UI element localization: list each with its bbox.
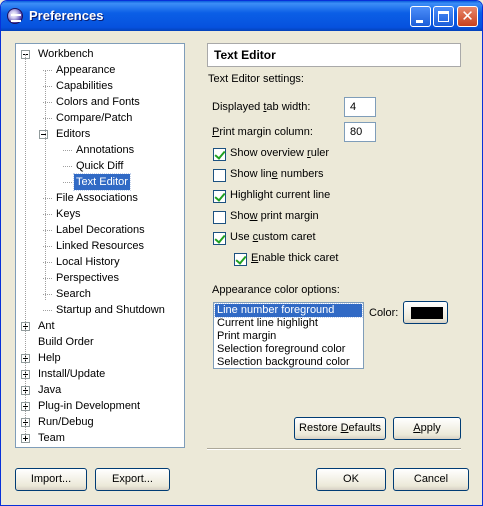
tree-item-build-order[interactable]: Build Order bbox=[36, 334, 96, 350]
checkbox-2[interactable] bbox=[213, 190, 226, 203]
tree-item-annotations[interactable]: Annotations bbox=[74, 142, 136, 158]
tree-item-local-history[interactable]: Local History bbox=[54, 254, 122, 270]
tree-item-appearance[interactable]: Appearance bbox=[54, 62, 117, 78]
tree-item-team[interactable]: Team bbox=[36, 430, 67, 446]
close-icon: ✕ bbox=[461, 8, 474, 25]
tree-item-run-debug[interactable]: Run/Debug bbox=[36, 414, 96, 430]
collapse-icon[interactable] bbox=[39, 130, 48, 139]
checkbox-label[interactable]: Show overview ruler bbox=[230, 147, 329, 159]
tab-width-label: Displayed tab width: bbox=[212, 101, 311, 113]
print-margin-label: Print margin column: bbox=[212, 126, 313, 138]
tree-item-colors-and-fonts[interactable]: Colors and Fonts bbox=[54, 94, 142, 110]
export-button[interactable]: Export... bbox=[95, 468, 170, 491]
list-item[interactable]: Print margin bbox=[215, 330, 362, 343]
tree-item-java[interactable]: Java bbox=[36, 382, 63, 398]
checkbox-3[interactable] bbox=[213, 211, 226, 224]
checkbox-1[interactable] bbox=[213, 169, 226, 182]
tree-connector bbox=[63, 166, 72, 167]
checkbox-label[interactable]: Use custom caret bbox=[230, 231, 316, 243]
tree-connector bbox=[43, 310, 52, 311]
tree-item-quick-diff[interactable]: Quick Diff bbox=[74, 158, 125, 174]
import-button[interactable]: Import... bbox=[15, 468, 87, 491]
tree-item-linked-resources[interactable]: Linked Resources bbox=[54, 238, 146, 254]
eclipse-logo-icon bbox=[7, 8, 23, 24]
list-item[interactable]: Line number foreground bbox=[214, 303, 363, 318]
checkbox-label[interactable]: Show line numbers bbox=[230, 168, 324, 180]
color-swatch bbox=[411, 307, 443, 319]
checkbox-label[interactable]: Enable thick caret bbox=[251, 252, 338, 264]
checkbox-0[interactable] bbox=[213, 148, 226, 161]
tab-width-input[interactable]: 4 bbox=[344, 97, 376, 117]
tree-item-keys[interactable]: Keys bbox=[54, 206, 82, 222]
checkbox-4[interactable] bbox=[213, 232, 226, 245]
tree-item-compare-patch[interactable]: Compare/Patch bbox=[54, 110, 134, 126]
tree-item-help[interactable]: Help bbox=[36, 350, 63, 366]
page-title: Text Editor bbox=[207, 43, 461, 67]
maximize-icon bbox=[438, 11, 449, 22]
color-options-list[interactable]: Line number foreground Current line highl… bbox=[213, 302, 364, 369]
preferences-tree[interactable]: Workbench Appearance Capabilities Colors an… bbox=[15, 43, 185, 448]
tree-item-file-associations[interactable]: File Associations bbox=[54, 190, 140, 206]
list-item[interactable]: Current line highlight bbox=[215, 317, 362, 330]
color-picker-button[interactable] bbox=[403, 301, 448, 324]
tree-connector bbox=[25, 54, 26, 436]
preferences-dialog: Preferences ✕ Workbench Appearance Capabil… bbox=[0, 0, 483, 506]
apply-button[interactable]: Apply bbox=[393, 417, 461, 440]
restore-defaults-button[interactable]: Restore Defaults bbox=[294, 417, 386, 440]
tree-connector bbox=[63, 182, 72, 183]
tree-item-label-decorations[interactable]: Label Decorations bbox=[54, 222, 147, 238]
appearance-color-options-label: Appearance color options: bbox=[212, 284, 340, 296]
tree-connector bbox=[63, 150, 72, 151]
list-item[interactable]: Selection foreground color bbox=[215, 343, 362, 356]
tree-item-plug-in-development[interactable]: Plug-in Development bbox=[36, 398, 142, 414]
tree-item-editors[interactable]: Editors bbox=[54, 126, 92, 142]
ok-button[interactable]: OK bbox=[316, 468, 386, 491]
tree-item-text-editor[interactable]: Text Editor bbox=[73, 173, 131, 191]
checkbox-5[interactable] bbox=[234, 253, 247, 266]
minimize-button[interactable] bbox=[410, 6, 431, 27]
minimize-icon bbox=[416, 20, 423, 23]
print-margin-input[interactable]: 80 bbox=[344, 122, 376, 142]
tree-connector bbox=[45, 70, 46, 300]
tree-item-workbench[interactable]: Workbench bbox=[36, 46, 95, 62]
settings-label: Text Editor settings: bbox=[208, 73, 304, 85]
tree-item-perspectives[interactable]: Perspectives bbox=[54, 270, 121, 286]
tree-item-startup-and-shutdown[interactable]: Startup and Shutdown bbox=[54, 302, 167, 318]
tree-item-search[interactable]: Search bbox=[54, 286, 93, 302]
tree-item-install-update[interactable]: Install/Update bbox=[36, 366, 107, 382]
checkbox-label[interactable]: Highlight current line bbox=[230, 189, 330, 201]
tree-item-capabilities[interactable]: Capabilities bbox=[54, 78, 115, 94]
window-title: Preferences bbox=[29, 8, 104, 23]
color-label: Color: bbox=[369, 307, 399, 319]
checkbox-label[interactable]: Show print margin bbox=[230, 210, 319, 222]
separator bbox=[207, 448, 461, 450]
cancel-button[interactable]: Cancel bbox=[393, 468, 469, 491]
tree-item-ant[interactable]: Ant bbox=[36, 318, 57, 334]
list-item[interactable]: Selection background color bbox=[215, 356, 362, 369]
maximize-button[interactable] bbox=[433, 6, 454, 27]
title-bar[interactable]: Preferences ✕ bbox=[1, 1, 482, 31]
close-button[interactable]: ✕ bbox=[457, 6, 478, 27]
